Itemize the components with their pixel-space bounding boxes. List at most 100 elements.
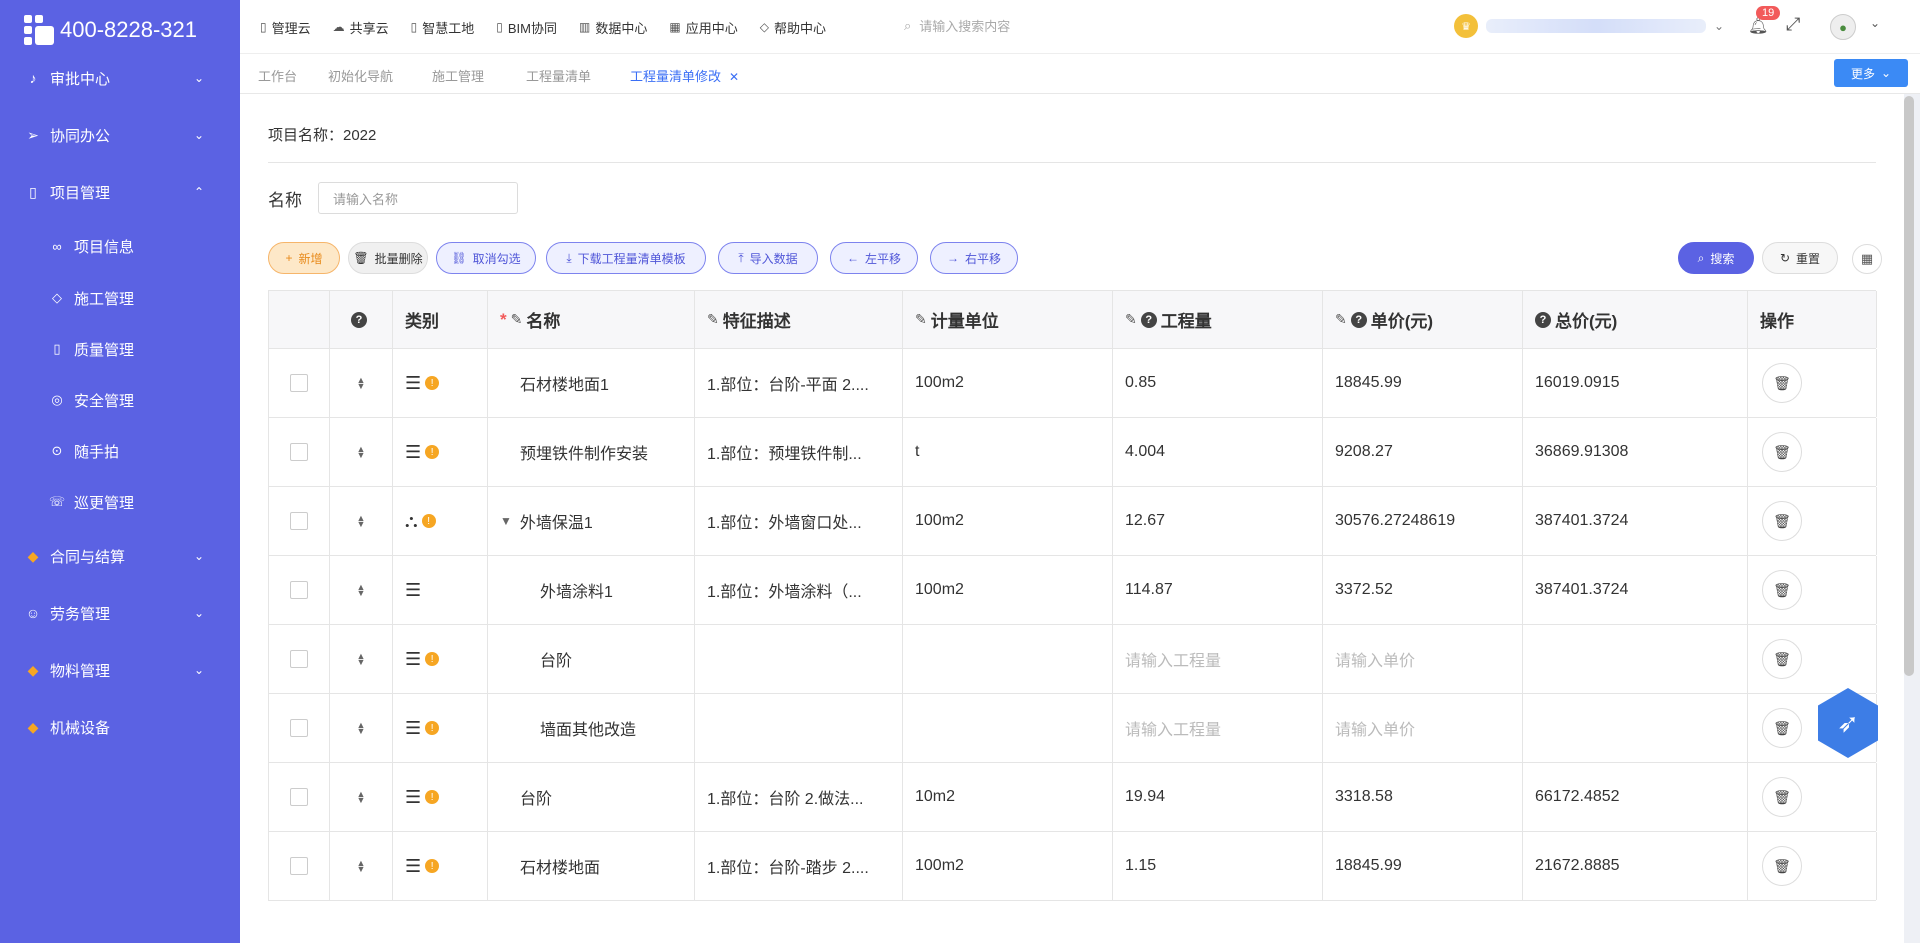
row-name-cell[interactable]: 台阶 bbox=[488, 763, 695, 831]
topnav-item-5[interactable]: ▦ 应用中心 bbox=[669, 18, 737, 37]
topnav-item-2[interactable]: ▯ 智慧工地 bbox=[411, 18, 475, 37]
fullscreen-icon[interactable]: ⤢ bbox=[1786, 14, 1800, 35]
row-desc-cell[interactable]: 1.部位：外墙涂料（... bbox=[695, 556, 903, 624]
sidebar-item-0[interactable]: ♪ 审批中心 ⌄ bbox=[0, 58, 240, 98]
logo[interactable]: 400-8228-321 bbox=[24, 12, 197, 48]
row-checkbox[interactable] bbox=[290, 512, 308, 530]
row-qty-cell[interactable]: 0.85 bbox=[1113, 349, 1323, 417]
delete-row-button[interactable]: 🗑︎ bbox=[1762, 777, 1802, 817]
sort-handle-icon[interactable]: ▲ ▼ bbox=[357, 859, 366, 874]
row-price-cell[interactable]: 30576.27248619 bbox=[1323, 487, 1523, 555]
row-checkbox[interactable] bbox=[290, 650, 308, 668]
delete-row-button[interactable]: 🗑︎ bbox=[1762, 501, 1802, 541]
help-icon[interactable]: ? bbox=[1535, 311, 1551, 328]
help-icon[interactable]: ? bbox=[1140, 311, 1157, 328]
grid-icon[interactable]: ▦ bbox=[1852, 244, 1882, 274]
row-checkbox[interactable] bbox=[290, 374, 308, 392]
row-checkbox[interactable] bbox=[290, 443, 308, 461]
topnav-item-3[interactable]: ▯ BIM协同 bbox=[496, 18, 557, 37]
help-icon[interactable]: ? bbox=[1350, 311, 1367, 328]
row-desc-cell[interactable] bbox=[695, 694, 903, 762]
row-unit-cell[interactable]: 100m2 bbox=[903, 556, 1113, 624]
row-price-cell[interactable]: 18845.99 bbox=[1323, 349, 1523, 417]
sidebar-subitem-5[interactable]: ☏ 巡更管理 bbox=[0, 484, 240, 520]
row-name-cell[interactable]: 墙面其他改造 bbox=[488, 694, 695, 762]
row-qty-cell[interactable]: 114.87 bbox=[1113, 556, 1323, 624]
sort-handle-icon[interactable]: ▲ ▼ bbox=[357, 583, 366, 598]
row-price-cell[interactable]: 9208.27 bbox=[1323, 418, 1523, 486]
batch-delete-button[interactable]: 🗑︎ 批量删除 bbox=[348, 242, 428, 274]
sort-handle-icon[interactable]: ▲ ▼ bbox=[357, 652, 366, 667]
delete-row-button[interactable]: 🗑︎ bbox=[1762, 432, 1802, 472]
sort-handle-icon[interactable]: ▲ ▼ bbox=[357, 445, 366, 460]
sort-handle-icon[interactable]: ▲ ▼ bbox=[357, 790, 366, 805]
sidebar-item-1[interactable]: ➢ 协同办公 ⌄ bbox=[0, 115, 240, 155]
delete-row-button[interactable]: 🗑︎ bbox=[1762, 846, 1802, 886]
tab-0[interactable]: 工作台 bbox=[258, 66, 297, 85]
tab-3[interactable]: 工程量清单 bbox=[526, 66, 591, 85]
row-desc-cell[interactable]: 1.部位：预埋铁件制... bbox=[695, 418, 903, 486]
row-price-cell[interactable]: 3372.52 bbox=[1323, 556, 1523, 624]
row-qty-cell[interactable]: 1.15 bbox=[1113, 832, 1323, 900]
chevron-down-icon[interactable]: ⌄ bbox=[1870, 16, 1880, 30]
row-price-cell[interactable]: 3318.58 bbox=[1323, 763, 1523, 831]
row-qty-cell[interactable]: 请输入工程量 bbox=[1113, 694, 1323, 762]
import-button[interactable]: ⤒ 导入数据 bbox=[718, 242, 818, 274]
row-unit-cell[interactable]: 100m2 bbox=[903, 832, 1113, 900]
row-qty-cell[interactable]: 19.94 bbox=[1113, 763, 1323, 831]
row-checkbox[interactable] bbox=[290, 857, 308, 875]
expand-caret-icon[interactable]: ▼ bbox=[500, 514, 512, 528]
tab-4[interactable]: 工程量清单修改 ✕ bbox=[630, 66, 739, 85]
sidebar-subitem-0[interactable]: ∞ 项目信息 bbox=[0, 228, 240, 264]
sidebar-subitem-4[interactable]: ⊙ 随手拍 bbox=[0, 433, 240, 469]
account-avatar[interactable]: ● bbox=[1830, 14, 1856, 40]
topnav-item-4[interactable]: ▥ 数据中心 bbox=[579, 18, 647, 37]
tab-2[interactable]: 施工管理 bbox=[432, 66, 484, 85]
row-checkbox[interactable] bbox=[290, 719, 308, 737]
close-icon[interactable]: ✕ bbox=[729, 70, 739, 84]
row-desc-cell[interactable]: 1.部位：台阶 2.做法... bbox=[695, 763, 903, 831]
delete-row-button[interactable]: 🗑︎ bbox=[1762, 363, 1802, 403]
add-button[interactable]: + 新增 bbox=[268, 242, 340, 274]
tab-1[interactable]: 初始化导航 bbox=[328, 66, 393, 85]
row-desc-cell[interactable] bbox=[695, 625, 903, 693]
row-name-cell[interactable]: 石材楼地面1 bbox=[488, 349, 695, 417]
sidebar-item-5[interactable]: ◆ 物料管理 ⌄ bbox=[0, 650, 240, 690]
user-info[interactable]: ♛ ⌄ bbox=[1454, 14, 1724, 38]
row-name-cell[interactable]: 外墙涂料1 bbox=[488, 556, 695, 624]
row-name-cell[interactable]: ▼ 外墙保温1 bbox=[488, 487, 695, 555]
delete-row-button[interactable]: 🗑︎ bbox=[1762, 708, 1802, 748]
sidebar-item-6[interactable]: ◆ 机械设备 bbox=[0, 707, 240, 747]
sort-handle-icon[interactable]: ▲ ▼ bbox=[357, 514, 366, 529]
shift-right-button[interactable]: → 右平移 bbox=[930, 242, 1018, 274]
row-unit-cell[interactable] bbox=[903, 694, 1113, 762]
row-unit-cell[interactable]: 100m2 bbox=[903, 349, 1113, 417]
row-name-cell[interactable]: 台阶 bbox=[488, 625, 695, 693]
row-unit-cell[interactable]: 100m2 bbox=[903, 487, 1113, 555]
row-price-cell[interactable]: 18845.99 bbox=[1323, 832, 1523, 900]
help-icon[interactable]: ? bbox=[351, 311, 367, 328]
sort-handle-icon[interactable]: ▲ ▼ bbox=[357, 376, 366, 391]
cancel-select-button[interactable]: ⛓︎ 取消勾选 bbox=[436, 242, 536, 274]
row-checkbox[interactable] bbox=[290, 581, 308, 599]
row-desc-cell[interactable]: 1.部位：台阶-踏步 2.... bbox=[695, 832, 903, 900]
sidebar-item-2[interactable]: ▯ 项目管理 ⌃ bbox=[0, 172, 240, 212]
row-desc-cell[interactable]: 1.部位：外墙窗口处... bbox=[695, 487, 903, 555]
row-name-cell[interactable]: 预埋铁件制作安装 bbox=[488, 418, 695, 486]
scrollbar[interactable] bbox=[1904, 96, 1914, 676]
global-search[interactable]: ⌕ 请输入搜索内容 bbox=[904, 16, 1010, 35]
row-desc-cell[interactable]: 1.部位：台阶-平面 2.... bbox=[695, 349, 903, 417]
sidebar-subitem-1[interactable]: ◇ 施工管理 bbox=[0, 280, 240, 316]
row-unit-cell[interactable]: 10m2 bbox=[903, 763, 1113, 831]
row-qty-cell[interactable]: 4.004 bbox=[1113, 418, 1323, 486]
row-unit-cell[interactable] bbox=[903, 625, 1113, 693]
row-price-cell[interactable]: 请输入单价 bbox=[1323, 625, 1523, 693]
row-price-cell[interactable]: 请输入单价 bbox=[1323, 694, 1523, 762]
row-unit-cell[interactable]: t bbox=[903, 418, 1113, 486]
delete-row-button[interactable]: 🗑︎ bbox=[1762, 570, 1802, 610]
topnav-item-1[interactable]: ☁ 共享云 bbox=[333, 18, 389, 37]
sidebar-item-3[interactable]: ◆ 合同与结算 ⌄ bbox=[0, 536, 240, 576]
more-button[interactable]: 更多 ⌄ bbox=[1834, 59, 1908, 87]
sidebar-subitem-3[interactable]: ◎ 安全管理 bbox=[0, 382, 240, 418]
download-template-button[interactable]: ⤓ 下载工程量清单模板 bbox=[546, 242, 706, 274]
